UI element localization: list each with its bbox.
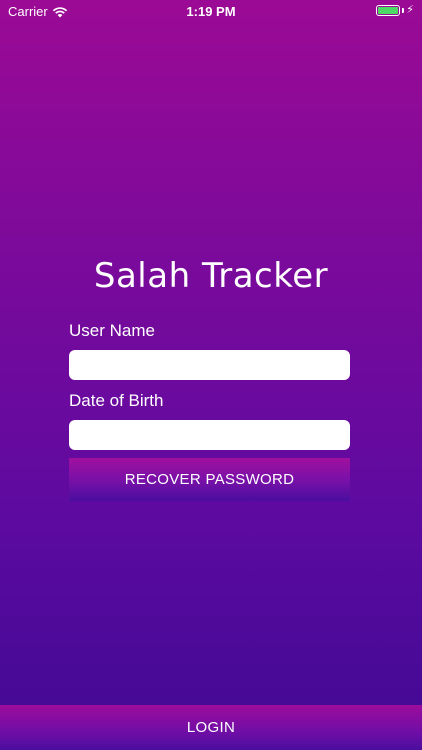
status-bar: Carrier 1:19 PM ⚡︎ bbox=[0, 0, 422, 24]
battery-indicator: ⚡︎ bbox=[376, 5, 414, 16]
recover-password-button[interactable]: RECOVER PASSWORD bbox=[69, 458, 350, 501]
battery-fill bbox=[378, 7, 399, 14]
battery-tip bbox=[402, 8, 405, 13]
app-title: Salah Tracker bbox=[93, 256, 329, 296]
username-input[interactable] bbox=[69, 350, 350, 380]
dob-input[interactable] bbox=[69, 420, 350, 450]
battery-icon bbox=[376, 5, 401, 16]
dob-label: Date of Birth bbox=[69, 391, 164, 410]
username-label: User Name bbox=[69, 321, 155, 340]
recover-password-screen: Carrier 1:19 PM ⚡︎ Salah Tracker User Na… bbox=[0, 0, 422, 750]
status-time: 1:19 PM bbox=[186, 4, 236, 19]
charging-bolt-icon: ⚡︎ bbox=[406, 4, 414, 16]
recover-form: User Name Date of Birth RECOVER PASSWORD bbox=[69, 320, 350, 501]
login-button[interactable]: LOGIN bbox=[0, 705, 422, 750]
